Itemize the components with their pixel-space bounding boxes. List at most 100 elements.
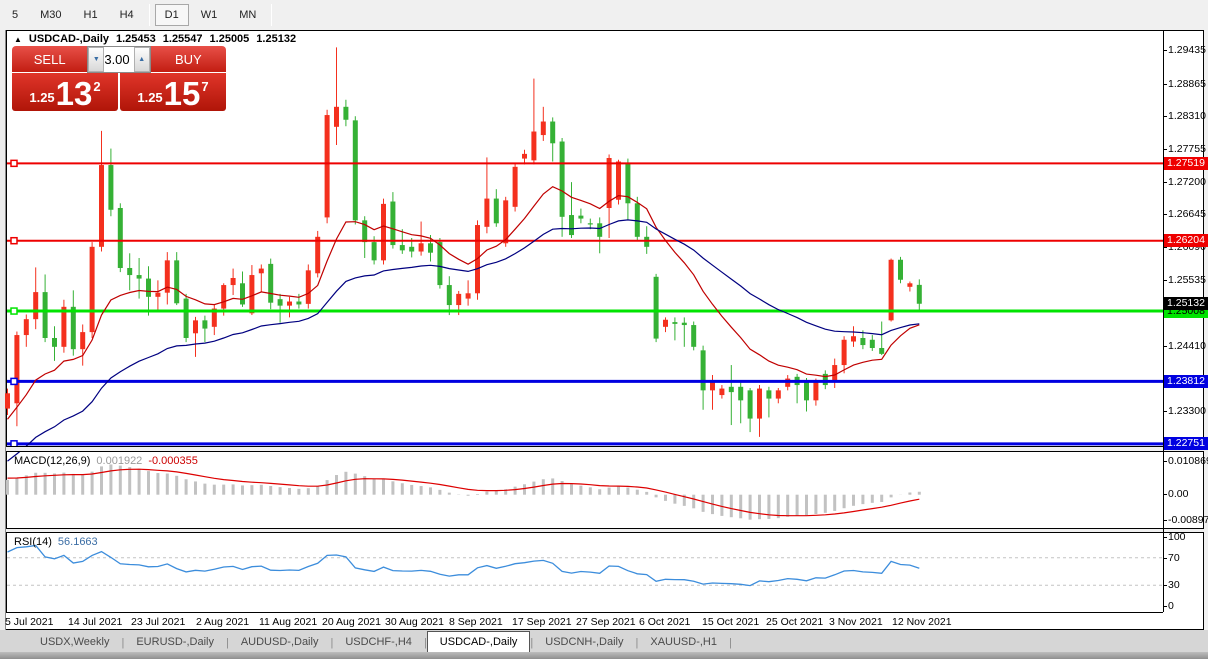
candle — [249, 275, 254, 313]
candle — [522, 154, 527, 159]
rsi-scale-label: 100 — [1168, 531, 1208, 543]
candle — [231, 278, 236, 285]
chart-tab-audusd[interactable]: AUDUSD-,Daily — [229, 633, 331, 652]
candle — [710, 382, 715, 390]
timeframe-button-H4[interactable]: H4 — [110, 4, 144, 26]
candle — [898, 260, 903, 280]
date-label: 5 Jul 2021 — [5, 616, 53, 628]
candle — [174, 260, 179, 303]
candle — [108, 165, 113, 210]
candle — [541, 122, 546, 136]
timeframe-button-W1[interactable]: W1 — [191, 4, 228, 26]
chart-tab-usdx[interactable]: USDX,Weekly — [28, 633, 121, 652]
candle — [879, 348, 884, 354]
candle — [5, 393, 10, 408]
candle — [437, 242, 442, 285]
candle — [776, 390, 781, 398]
date-label: 23 Jul 2021 — [131, 616, 185, 628]
level-line-handle[interactable] — [11, 238, 17, 244]
volume-decrease-icon[interactable]: ▼ — [88, 47, 104, 72]
price-tick-label: 1.28865 — [1168, 78, 1208, 90]
candle — [268, 264, 273, 303]
chart-tab-eurusd[interactable]: EURUSD-,Daily — [124, 633, 226, 652]
volume-value[interactable]: 3.00 — [104, 47, 133, 72]
chart-tab-xauusd[interactable]: XAUUSD-,H1 — [638, 633, 729, 652]
candle — [353, 120, 358, 220]
sell-button[interactable]: SELL — [12, 46, 87, 73]
chart-tab-usdcnh[interactable]: USDCNH-,Daily — [533, 633, 635, 652]
candle — [61, 307, 66, 347]
level-line-handle[interactable] — [11, 378, 17, 384]
timeframe-button-M30[interactable]: M30 — [30, 4, 71, 26]
level-price-label: 1.27519 — [1164, 157, 1208, 170]
candle — [578, 216, 583, 219]
rsi-header: RSI(14) 56.1663 — [14, 536, 98, 548]
price-tick-label: 1.27755 — [1168, 143, 1208, 155]
candle — [513, 167, 518, 207]
axis-divider — [1163, 30, 1164, 612]
candle — [334, 107, 339, 127]
date-label: 25 Oct 2021 — [766, 616, 823, 628]
price-tick-label: 1.24410 — [1168, 340, 1208, 352]
macd-main-value: 0.001922 — [96, 455, 142, 467]
one-click-trade-panel: SELL ▼ 3.00 ▲ BUY 1.25 13 2 1.25 15 7 — [12, 46, 226, 111]
candle — [118, 208, 123, 268]
candle — [90, 247, 95, 332]
timeframe-button-5[interactable]: 5 — [2, 4, 28, 26]
candle — [99, 165, 104, 247]
candle — [682, 323, 687, 325]
candle — [484, 199, 489, 227]
macd-scale-label: 0.010869 — [1168, 455, 1208, 467]
candle — [729, 387, 734, 392]
rsi-title: RSI(14) — [14, 536, 52, 548]
buy-button[interactable]: BUY — [151, 46, 226, 73]
candle — [315, 237, 320, 273]
volume-increase-icon[interactable]: ▲ — [134, 47, 150, 72]
price-tick-label: 1.27200 — [1168, 176, 1208, 188]
price-tick-label: 1.28310 — [1168, 110, 1208, 122]
sell-price-prefix: 1.25 — [29, 90, 54, 105]
candle — [701, 350, 706, 390]
rsi-value: 56.1663 — [58, 536, 98, 548]
candle — [400, 245, 405, 250]
level-line-handle[interactable] — [11, 308, 17, 314]
candle — [419, 243, 424, 251]
candle — [616, 162, 621, 200]
chart-tabs-bar: USDX,Weekly|EURUSD-,Daily|AUDUSD-,Daily|… — [0, 630, 1208, 652]
toolbar-separator — [149, 4, 150, 26]
level-line-handle[interactable] — [11, 160, 17, 166]
candle — [24, 319, 29, 335]
date-axis[interactable]: 5 Jul 202114 Jul 202123 Jul 20212 Aug 20… — [6, 612, 1163, 629]
date-label: 15 Oct 2021 — [702, 616, 759, 628]
candle — [907, 283, 912, 287]
macd-header: MACD(12,26,9) 0.001922 -0.000355 — [14, 455, 198, 467]
chart-tab-usdchf[interactable]: USDCHF-,H4 — [333, 633, 424, 652]
candle — [381, 204, 386, 260]
mt4-terminal: 5M30H1H4D1W1MN ▲ USDCAD-,Daily 1.25453 1… — [0, 0, 1208, 659]
candle — [343, 107, 348, 120]
chart-tab-usdcad[interactable]: USDCAD-,Daily — [427, 631, 531, 652]
candle — [635, 203, 640, 237]
buy-price-display[interactable]: 1.25 15 7 — [120, 73, 226, 111]
candle — [372, 242, 377, 260]
timeframe-button-H1[interactable]: H1 — [74, 4, 108, 26]
date-label: 11 Aug 2021 — [259, 616, 317, 628]
timeframe-button-D1[interactable]: D1 — [155, 4, 189, 26]
date-label: 8 Sep 2021 — [449, 616, 503, 628]
candle — [193, 320, 198, 333]
sell-price-display[interactable]: 1.25 13 2 — [12, 73, 118, 111]
timeframe-button-MN[interactable]: MN — [229, 4, 266, 26]
candle — [306, 270, 311, 304]
volume-spinner: ▼ 3.00 ▲ — [87, 46, 150, 73]
date-label: 6 Oct 2021 — [639, 616, 690, 628]
window-bottom-edge — [0, 652, 1208, 659]
candle — [146, 279, 151, 297]
candle — [240, 283, 245, 304]
candle — [14, 335, 19, 403]
candle — [654, 277, 659, 339]
candle — [531, 132, 536, 161]
date-label: 20 Aug 2021 — [322, 616, 381, 628]
candle — [221, 285, 226, 309]
date-label: 30 Aug 2021 — [385, 616, 444, 628]
candle — [550, 122, 555, 144]
